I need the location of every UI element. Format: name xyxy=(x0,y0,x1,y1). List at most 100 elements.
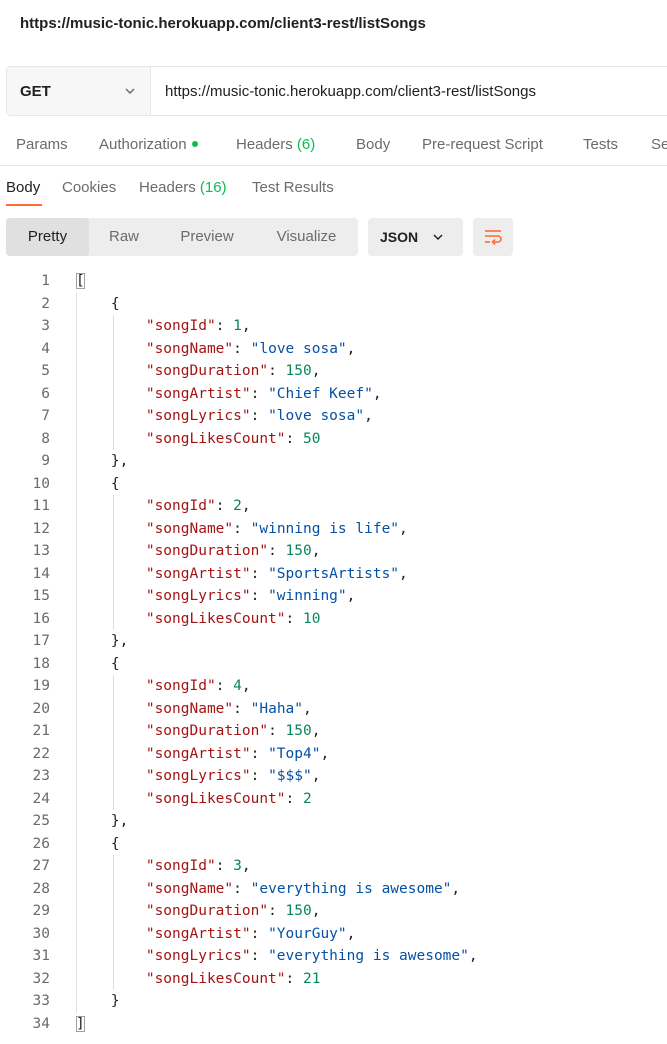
json-key: "songLikesCount" xyxy=(145,790,286,807)
json-token: , xyxy=(241,498,251,514)
code-line: 7 "songLyrics": "love sosa", xyxy=(0,405,667,428)
json-key: "songName" xyxy=(145,700,234,717)
method-select[interactable]: GET xyxy=(7,67,151,115)
view-pretty-button[interactable]: Pretty xyxy=(6,218,89,256)
code-text: "songArtist": "Chief Keef", xyxy=(76,383,382,406)
wrap-lines-icon xyxy=(485,230,502,246)
format-label: JSON xyxy=(380,229,419,245)
line-number: 20 xyxy=(32,700,50,717)
code-line: 11 "songId": 2, xyxy=(0,495,667,518)
headers-count: (6) xyxy=(296,136,316,153)
json-number: 10 xyxy=(303,610,321,627)
response-tab-headers[interactable]: Headers (16) xyxy=(139,179,227,196)
json-number: 21 xyxy=(303,970,321,987)
request-bar: GET xyxy=(6,66,667,116)
view-preview-button[interactable]: Preview xyxy=(159,218,255,256)
json-token: , xyxy=(311,363,321,379)
request-tabs: Params Authorization Headers (6) Body Pr… xyxy=(0,126,667,166)
tab-authorization[interactable]: Authorization xyxy=(99,136,198,153)
json-number: 150 xyxy=(285,903,312,919)
tab-pre-request-script[interactable]: Pre-request Script xyxy=(422,136,543,153)
line-number: 29 xyxy=(32,903,50,919)
line-number: 8 xyxy=(41,430,50,447)
code-line: 13 "songDuration": 150, xyxy=(0,540,667,563)
code-text: "songName": "Haha", xyxy=(76,698,312,721)
json-string: "winning is life" xyxy=(250,520,400,537)
json-brace: }, xyxy=(76,813,129,829)
json-key: "songArtist" xyxy=(145,745,251,762)
json-key: "songName" xyxy=(145,880,234,897)
json-token: : xyxy=(250,768,269,784)
code-line: 17 }, xyxy=(0,630,667,653)
json-number: 150 xyxy=(285,363,312,379)
view-raw-button[interactable]: Raw xyxy=(89,218,159,256)
line-number: 10 xyxy=(32,475,50,492)
code-line: 23 "songLyrics": "$$$", xyxy=(0,765,667,788)
json-number: 150 xyxy=(285,543,312,559)
json-token: , xyxy=(311,723,321,739)
code-line: 8 "songLikesCount": 50 xyxy=(0,428,667,451)
json-token: , xyxy=(399,520,408,537)
json-string: "Top4" xyxy=(268,745,321,762)
tab-settings[interactable]: Se xyxy=(651,136,667,153)
chevron-down-icon xyxy=(125,88,135,95)
json-key: "songArtist" xyxy=(145,565,251,582)
json-string: "$$$" xyxy=(268,768,312,784)
line-number: 30 xyxy=(32,925,50,942)
indent-guide xyxy=(113,855,114,990)
json-token: , xyxy=(346,925,356,942)
json-brace: { xyxy=(76,475,120,492)
url-input[interactable] xyxy=(151,67,667,115)
json-token: : xyxy=(268,543,286,559)
json-number: 50 xyxy=(303,430,321,447)
response-tab-body[interactable]: Body xyxy=(6,179,40,196)
code-text: }, xyxy=(76,810,128,833)
json-token: , xyxy=(303,700,312,717)
json-token: : xyxy=(285,790,303,807)
line-number: 32 xyxy=(32,970,50,987)
code-text: ] xyxy=(76,1013,85,1036)
code-text: }, xyxy=(76,630,128,653)
json-key: "songLyrics" xyxy=(145,768,251,784)
code-line: 19 "songId": 4, xyxy=(0,675,667,698)
json-token: : xyxy=(233,880,251,897)
code-line: 5 "songDuration": 150, xyxy=(0,360,667,383)
code-line: 28 "songName": "everything is awesome", xyxy=(0,878,667,901)
line-number: 13 xyxy=(32,543,50,559)
json-token: : xyxy=(285,970,303,987)
wrap-lines-button[interactable] xyxy=(473,218,513,256)
json-string: "everything is awesome" xyxy=(250,880,452,897)
tab-params[interactable]: Params xyxy=(16,136,68,153)
json-token: : xyxy=(250,925,269,942)
line-number: 6 xyxy=(41,385,50,402)
json-token: , xyxy=(320,745,330,762)
code-text: [ xyxy=(76,270,85,293)
json-token: : xyxy=(250,948,269,964)
view-visualize-button[interactable]: Visualize xyxy=(255,218,358,256)
json-brace: } xyxy=(76,993,120,1009)
tab-body[interactable]: Body xyxy=(356,136,390,153)
json-bracket: ] xyxy=(76,1015,85,1032)
tab-headers[interactable]: Headers (6) xyxy=(236,136,315,153)
response-tab-cookies[interactable]: Cookies xyxy=(62,179,116,196)
code-line: 14 "songArtist": "SportsArtists", xyxy=(0,563,667,586)
json-key: "songLikesCount" xyxy=(145,610,286,627)
code-line: 22 "songArtist": "Top4", xyxy=(0,743,667,766)
indent-guide xyxy=(113,495,114,630)
line-number: 22 xyxy=(32,745,50,762)
json-brace: }, xyxy=(76,633,129,649)
code-text: "songArtist": "YourGuy", xyxy=(76,923,356,946)
json-key: "songDuration" xyxy=(145,543,269,559)
format-select[interactable]: JSON xyxy=(368,218,463,256)
response-tab-test-results[interactable]: Test Results xyxy=(252,179,334,196)
tab-tests[interactable]: Tests xyxy=(583,136,618,153)
line-number: 4 xyxy=(41,340,50,357)
